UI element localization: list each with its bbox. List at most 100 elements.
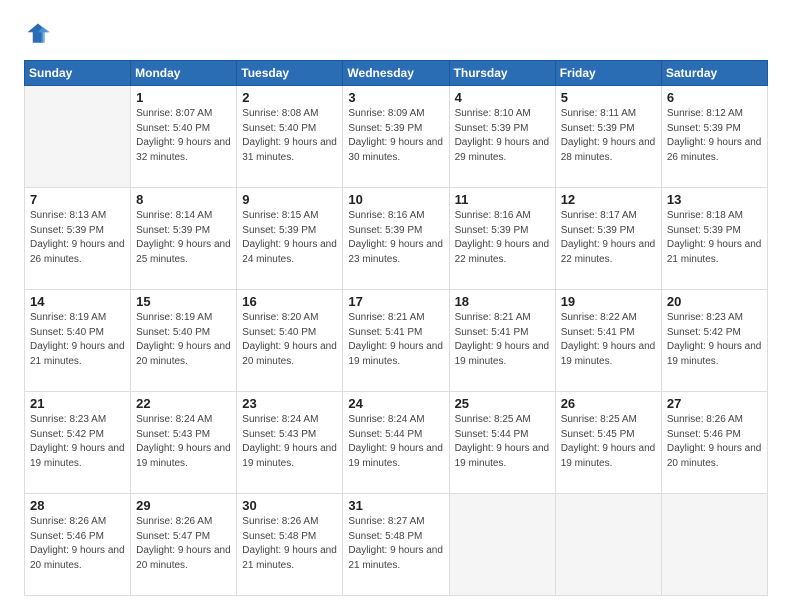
day-info: Sunrise: 8:16 AMSunset: 5:39 PMDaylight:… <box>348 209 443 267</box>
day-info: Sunrise: 8:22 AMSunset: 5:41 PMDaylight:… <box>561 311 656 369</box>
calendar-cell: 3 Sunrise: 8:09 AMSunset: 5:39 PMDaylight… <box>343 86 449 188</box>
calendar-cell: 1 Sunrise: 8:07 AMSunset: 5:40 PMDaylight… <box>131 86 237 188</box>
calendar-cell: 17 Sunrise: 8:21 AMSunset: 5:41 PMDayligh… <box>343 290 449 392</box>
calendar-cell: 15Sunrise: 8:19 AMSunset: 5:40 PMDayligh… <box>131 290 237 392</box>
calendar-cell: 20Sunrise: 8:23 AMSunset: 5:42 PMDayligh… <box>661 290 767 392</box>
weekday-header-sunday: Sunday <box>25 61 131 86</box>
day-number: 14 <box>30 294 125 309</box>
day-info: Sunrise: 8:11 AMSunset: 5:39 PMDaylight:… <box>561 107 656 165</box>
day-number: 4 <box>455 90 550 105</box>
calendar-cell: 10 Sunrise: 8:16 AMSunset: 5:39 PMDayligh… <box>343 188 449 290</box>
weekday-header-friday: Friday <box>555 61 661 86</box>
calendar-cell: 4Sunrise: 8:10 AMSunset: 5:39 PMDaylight… <box>449 86 555 188</box>
calendar-cell: 11 Sunrise: 8:16 AMSunset: 5:39 PMDayligh… <box>449 188 555 290</box>
day-info: Sunrise: 8:21 AMSunset: 5:41 PMDaylight:… <box>348 311 443 369</box>
day-number: 1 <box>136 90 231 105</box>
day-number: 29 <box>136 498 231 513</box>
day-info: Sunrise: 8:09 AMSunset: 5:39 PMDaylight:… <box>348 107 443 165</box>
calendar-cell: 25 Sunrise: 8:25 AMSunset: 5:44 PMDayligh… <box>449 392 555 494</box>
day-number: 26 <box>561 396 656 411</box>
day-info: Sunrise: 8:23 AMSunset: 5:42 PMDaylight:… <box>30 413 125 471</box>
day-info: Sunrise: 8:26 AMSunset: 5:48 PMDaylight:… <box>242 515 337 573</box>
page: SundayMondayTuesdayWednesdayThursdayFrid… <box>0 0 792 612</box>
day-info: Sunrise: 8:24 AMSunset: 5:44 PMDaylight:… <box>348 413 443 471</box>
day-number: 8 <box>136 192 231 207</box>
calendar-cell <box>25 86 131 188</box>
day-number: 25 <box>455 396 550 411</box>
calendar-cell: 12 Sunrise: 8:17 AMSunset: 5:39 PMDayligh… <box>555 188 661 290</box>
weekday-header-saturday: Saturday <box>661 61 767 86</box>
calendar-cell: 27 Sunrise: 8:26 AMSunset: 5:46 PMDayligh… <box>661 392 767 494</box>
day-number: 22 <box>136 396 231 411</box>
weekday-header-monday: Monday <box>131 61 237 86</box>
calendar-cell: 5 Sunrise: 8:11 AMSunset: 5:39 PMDaylight… <box>555 86 661 188</box>
calendar-cell: 31Sunrise: 8:27 AMSunset: 5:48 PMDayligh… <box>343 494 449 596</box>
calendar-table: SundayMondayTuesdayWednesdayThursdayFrid… <box>24 60 768 596</box>
calendar-cell: 21 Sunrise: 8:23 AMSunset: 5:42 PMDayligh… <box>25 392 131 494</box>
calendar-cell: 9 Sunrise: 8:15 AMSunset: 5:39 PMDaylight… <box>237 188 343 290</box>
weekday-header-wednesday: Wednesday <box>343 61 449 86</box>
day-number: 10 <box>348 192 443 207</box>
calendar-cell <box>555 494 661 596</box>
day-number: 30 <box>242 498 337 513</box>
day-number: 3 <box>348 90 443 105</box>
day-number: 13 <box>667 192 762 207</box>
calendar-cell: 28 Sunrise: 8:26 AMSunset: 5:46 PMDayligh… <box>25 494 131 596</box>
day-info: Sunrise: 8:20 AMSunset: 5:40 PMDaylight:… <box>242 311 337 369</box>
day-number: 7 <box>30 192 125 207</box>
logo <box>24 20 54 48</box>
day-info: Sunrise: 8:19 AMSunset: 5:40 PMDaylight:… <box>30 311 125 369</box>
calendar-week-4: 21 Sunrise: 8:23 AMSunset: 5:42 PMDayligh… <box>25 392 768 494</box>
day-info: Sunrise: 8:24 AMSunset: 5:43 PMDaylight:… <box>136 413 231 471</box>
weekday-header-row: SundayMondayTuesdayWednesdayThursdayFrid… <box>25 61 768 86</box>
day-info: Sunrise: 8:15 AMSunset: 5:39 PMDaylight:… <box>242 209 337 267</box>
calendar-cell: 2 Sunrise: 8:08 AMSunset: 5:40 PMDaylight… <box>237 86 343 188</box>
header <box>24 20 768 48</box>
day-number: 9 <box>242 192 337 207</box>
day-info: Sunrise: 8:07 AMSunset: 5:40 PMDaylight:… <box>136 107 231 165</box>
calendar-cell: 19 Sunrise: 8:22 AMSunset: 5:41 PMDayligh… <box>555 290 661 392</box>
day-info: Sunrise: 8:23 AMSunset: 5:42 PMDaylight:… <box>667 311 762 369</box>
day-info: Sunrise: 8:25 AMSunset: 5:44 PMDaylight:… <box>455 413 550 471</box>
calendar-cell: 14 Sunrise: 8:19 AMSunset: 5:40 PMDayligh… <box>25 290 131 392</box>
day-number: 17 <box>348 294 443 309</box>
day-number: 12 <box>561 192 656 207</box>
weekday-header-tuesday: Tuesday <box>237 61 343 86</box>
day-info: Sunrise: 8:27 AMSunset: 5:48 PMDaylight:… <box>348 515 443 573</box>
calendar-week-2: 7 Sunrise: 8:13 AMSunset: 5:39 PMDaylight… <box>25 188 768 290</box>
calendar-cell: 22 Sunrise: 8:24 AMSunset: 5:43 PMDayligh… <box>131 392 237 494</box>
day-number: 23 <box>242 396 337 411</box>
day-number: 18 <box>455 294 550 309</box>
day-number: 21 <box>30 396 125 411</box>
calendar-cell: 29 Sunrise: 8:26 AMSunset: 5:47 PMDayligh… <box>131 494 237 596</box>
logo-icon <box>24 20 52 48</box>
calendar-cell: 7 Sunrise: 8:13 AMSunset: 5:39 PMDaylight… <box>25 188 131 290</box>
day-number: 19 <box>561 294 656 309</box>
day-info: Sunrise: 8:25 AMSunset: 5:45 PMDaylight:… <box>561 413 656 471</box>
calendar-week-1: 1 Sunrise: 8:07 AMSunset: 5:40 PMDaylight… <box>25 86 768 188</box>
day-info: Sunrise: 8:26 AMSunset: 5:46 PMDaylight:… <box>30 515 125 573</box>
day-number: 2 <box>242 90 337 105</box>
calendar-cell: 18 Sunrise: 8:21 AMSunset: 5:41 PMDayligh… <box>449 290 555 392</box>
day-info: Sunrise: 8:12 AMSunset: 5:39 PMDaylight:… <box>667 107 762 165</box>
day-info: Sunrise: 8:26 AMSunset: 5:47 PMDaylight:… <box>136 515 231 573</box>
calendar-cell: 6 Sunrise: 8:12 AMSunset: 5:39 PMDaylight… <box>661 86 767 188</box>
day-number: 6 <box>667 90 762 105</box>
day-number: 11 <box>455 192 550 207</box>
day-number: 24 <box>348 396 443 411</box>
day-number: 28 <box>30 498 125 513</box>
calendar-week-3: 14 Sunrise: 8:19 AMSunset: 5:40 PMDayligh… <box>25 290 768 392</box>
day-info: Sunrise: 8:17 AMSunset: 5:39 PMDaylight:… <box>561 209 656 267</box>
calendar-cell: 24 Sunrise: 8:24 AMSunset: 5:44 PMDayligh… <box>343 392 449 494</box>
day-info: Sunrise: 8:14 AMSunset: 5:39 PMDaylight:… <box>136 209 231 267</box>
day-number: 5 <box>561 90 656 105</box>
day-info: Sunrise: 8:13 AMSunset: 5:39 PMDaylight:… <box>30 209 125 267</box>
weekday-header-thursday: Thursday <box>449 61 555 86</box>
day-info: Sunrise: 8:26 AMSunset: 5:46 PMDaylight:… <box>667 413 762 471</box>
day-number: 15 <box>136 294 231 309</box>
day-number: 27 <box>667 396 762 411</box>
calendar-cell: 13Sunrise: 8:18 AMSunset: 5:39 PMDayligh… <box>661 188 767 290</box>
day-info: Sunrise: 8:21 AMSunset: 5:41 PMDaylight:… <box>455 311 550 369</box>
day-info: Sunrise: 8:08 AMSunset: 5:40 PMDaylight:… <box>242 107 337 165</box>
day-info: Sunrise: 8:16 AMSunset: 5:39 PMDaylight:… <box>455 209 550 267</box>
